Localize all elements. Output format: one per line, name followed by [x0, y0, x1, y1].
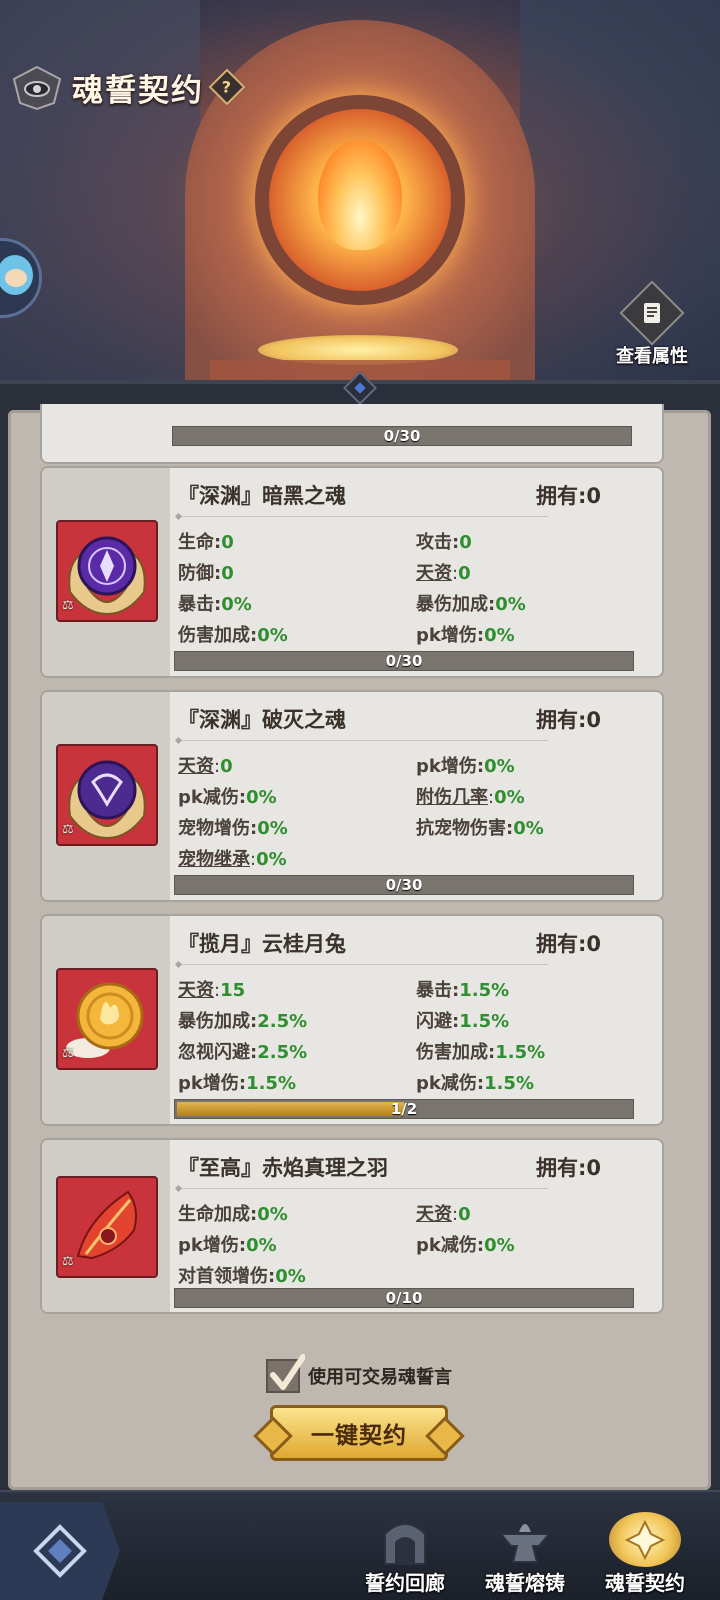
stat-pk-reduction: pk减伤:0%: [178, 787, 277, 808]
stat-crit-damage: 暴伤加成:2.5%: [178, 1011, 308, 1032]
stat-hp-bonus: 生命加成:0%: [178, 1204, 288, 1225]
progress-text: 0/30: [383, 427, 421, 445]
soul-card[interactable]: ⚖ 『深渊』破灭之魂 拥有:0 天资:0 pk增伤:0% pk减伤:0% 附伤几…: [40, 690, 664, 902]
stat-pet-damage: 宠物增伤:0%: [178, 818, 288, 839]
stat-pk-damage: pk增伤:0%: [416, 625, 515, 646]
tab-soul-contract[interactable]: 魂誓契约: [590, 1512, 700, 1600]
stat-talent[interactable]: 天资:0: [178, 752, 233, 778]
one-click-contract-button[interactable]: 一键契约: [270, 1405, 448, 1461]
stat-hp: 生命:0: [178, 532, 234, 553]
flame-icon: [318, 140, 402, 250]
progress-bar: 0/30: [174, 651, 634, 671]
page-header: 魂誓契约 ?: [8, 60, 246, 114]
stat-crit: 暴击:1.5%: [416, 980, 510, 1001]
use-tradeable-toggle[interactable]: 使用可交易魂誓言: [266, 1354, 452, 1396]
help-button[interactable]: ?: [208, 68, 246, 106]
tab-label: 誓约回廊: [365, 1571, 445, 1595]
purple-orb-icon[interactable]: ⚖: [56, 520, 158, 622]
stat-damage-bonus: 伤害加成:1.5%: [416, 1042, 546, 1063]
stat-crit: 暴击:0%: [178, 594, 252, 615]
owned-count: 拥有:0: [536, 708, 602, 732]
anvil-icon: [494, 1513, 556, 1567]
card-title: 『深渊』破灭之魂: [178, 708, 346, 732]
stat-pk-damage: pk增伤:0%: [178, 1235, 277, 1256]
purple-orb-icon[interactable]: ⚖: [56, 744, 158, 846]
stat-pet-resist: 抗宠物伤害:0%: [416, 818, 544, 839]
progress-bar: 0/30: [172, 426, 632, 446]
soul-card[interactable]: ⚖ 『至高』赤焰真理之羽 拥有:0 生命加成:0% 天资:0 pk增伤:0% p…: [40, 1138, 664, 1314]
scroll-icon: [619, 280, 685, 346]
stat-crit-damage: 暴伤加成:0%: [416, 594, 526, 615]
progress-text: 0/10: [385, 1289, 423, 1307]
stat-defense: 防御:0: [178, 563, 234, 584]
tab-soul-forge[interactable]: 魂誓熔铸: [470, 1512, 580, 1600]
list-item: 0/30: [40, 404, 664, 464]
stat-boss-damage: 对首领增伤:0%: [178, 1266, 306, 1287]
home-button[interactable]: [0, 1502, 120, 1600]
progress-text: 1/2: [390, 1100, 418, 1118]
owned-count: 拥有:0: [536, 932, 602, 956]
home-emblem-icon: [33, 1524, 87, 1578]
stat-pk-damage: pk增伤:1.5%: [178, 1073, 296, 1094]
stat-pk-reduction: pk减伤:1.5%: [416, 1073, 534, 1094]
stat-pet-inherit[interactable]: 宠物继承:0%: [178, 845, 287, 871]
stat-talent[interactable]: 天资:0: [416, 559, 471, 585]
question-icon: ?: [222, 77, 232, 97]
stat-pk-reduction: pk减伤:0%: [416, 1235, 515, 1256]
stat-damage-bonus: 伤害加成:0%: [178, 625, 288, 646]
view-attributes-button[interactable]: 查看属性: [606, 280, 698, 370]
stat-talent[interactable]: 天资:15: [178, 976, 245, 1002]
tab-label: 魂誓契约: [605, 1571, 685, 1595]
stat-pk-damage: pk增伤:0%: [416, 756, 515, 777]
use-tradeable-label: 使用可交易魂誓言: [308, 1367, 452, 1388]
page-title: 魂誓契约: [72, 72, 204, 109]
soul-emblem-icon: [8, 60, 66, 114]
owned-count: 拥有:0: [536, 1156, 602, 1180]
tab-label: 魂誓熔铸: [485, 1571, 565, 1595]
contract-emblem-icon: [609, 1512, 681, 1567]
progress-bar: 1/2: [174, 1099, 634, 1119]
card-title: 『至高』赤焰真理之羽: [178, 1156, 388, 1180]
tab-vow-corridor[interactable]: 誓约回廊: [350, 1512, 460, 1600]
stat-extra-damage-rate[interactable]: 附伤几率:0%: [416, 783, 525, 809]
gate-icon: [374, 1513, 436, 1567]
owned-count: 拥有:0: [536, 484, 602, 508]
stat-talent[interactable]: 天资:0: [416, 1200, 471, 1226]
progress-bar: 0/30: [174, 875, 634, 895]
card-title: 『揽月』云桂月兔: [178, 932, 346, 956]
progress-text: 0/30: [385, 876, 423, 894]
card-title: 『深渊』暗黑之魂: [178, 484, 346, 508]
progress-text: 0/30: [385, 652, 423, 670]
red-feather-icon[interactable]: ⚖: [56, 1176, 158, 1278]
stat-attack: 攻击:0: [416, 532, 472, 553]
progress-bar: 0/10: [174, 1288, 634, 1308]
use-tradeable-checkbox[interactable]: [266, 1354, 305, 1393]
soul-card[interactable]: ⚖ 『揽月』云桂月兔 拥有:0 天资:15 暴击:1.5% 暴伤加成:2.5% …: [40, 914, 664, 1126]
stat-dodge: 闪避:1.5%: [416, 1011, 510, 1032]
view-attributes-label: 查看属性: [616, 346, 688, 367]
stat-ignore-dodge: 忽视闪避:2.5%: [178, 1042, 308, 1063]
soul-card[interactable]: ⚖ 『深渊』暗黑之魂 拥有:0 生命:0 攻击:0 防御:0 天资:0 暴击:0…: [40, 466, 664, 678]
mooncake-rabbit-icon[interactable]: ⚖: [56, 968, 158, 1070]
